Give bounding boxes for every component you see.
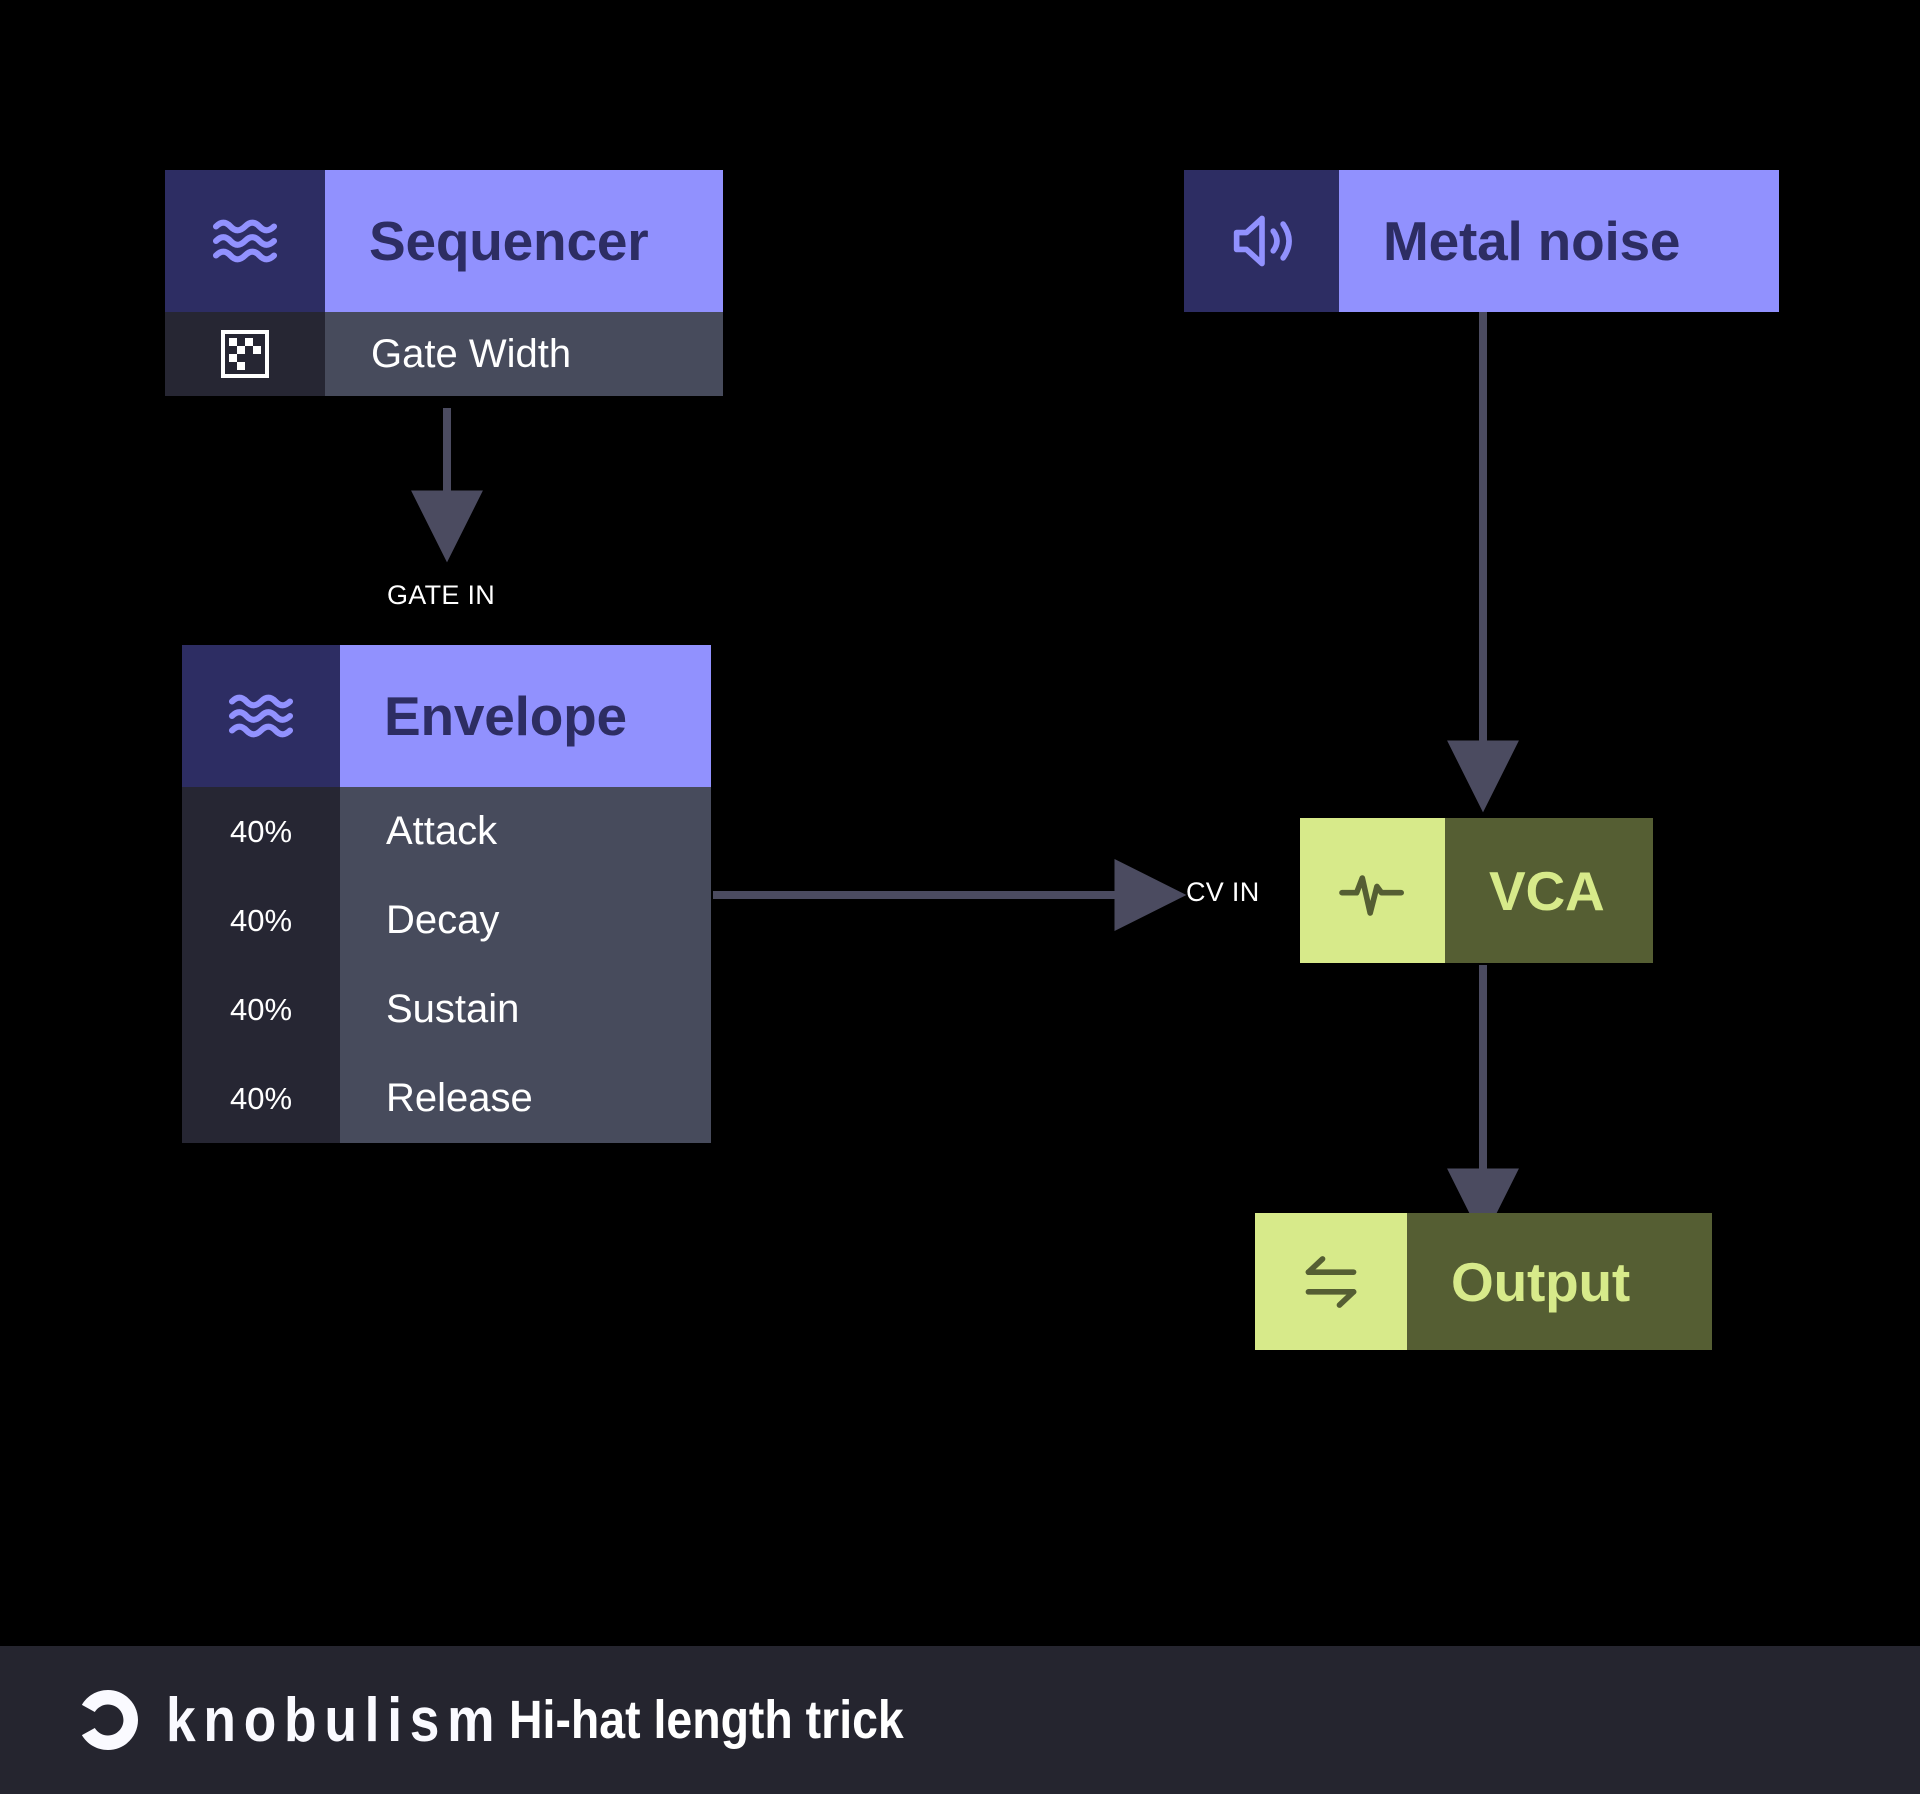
envelope-row-sustain[interactable]: 40% Sustain <box>182 965 711 1054</box>
knobulism-logo-icon <box>72 1684 144 1756</box>
envelope-value-attack: 40% <box>182 787 340 876</box>
module-vca[interactable]: VCA <box>1300 818 1653 963</box>
sequencer-row-gate-width[interactable]: Gate Width <box>165 312 723 396</box>
envelope-value-release: 40% <box>182 1054 340 1143</box>
speaker-wave-icon <box>1184 170 1339 312</box>
sequencer-header: Sequencer <box>165 170 723 312</box>
envelope-row-attack[interactable]: 40% Attack <box>182 787 711 876</box>
diagram-canvas: Sequencer Gate Width GATE IN Envelope 40… <box>0 0 1920 1794</box>
vca-title: VCA <box>1445 818 1653 963</box>
envelope-title: Envelope <box>340 645 711 787</box>
transfer-arrows-icon <box>1255 1213 1407 1350</box>
module-output[interactable]: Output <box>1255 1213 1712 1350</box>
envelope-row-release[interactable]: 40% Release <box>182 1054 711 1143</box>
envelope-label-attack: Attack <box>340 787 711 876</box>
metal-noise-title: Metal noise <box>1339 170 1779 312</box>
waves-icon <box>165 170 325 312</box>
pulse-wave-icon <box>1300 818 1445 963</box>
module-envelope[interactable]: Envelope 40% Attack 40% Decay 40% Sustai… <box>182 645 711 1143</box>
envelope-label-decay: Decay <box>340 876 711 965</box>
envelope-value-sustain: 40% <box>182 965 340 1054</box>
gate-in-label: GATE IN <box>387 580 496 610</box>
matrix-grid-icon <box>165 312 325 396</box>
vca-header: VCA <box>1300 818 1653 963</box>
envelope-value-decay: 40% <box>182 876 340 965</box>
sequencer-row-label: Gate Width <box>325 312 723 396</box>
envelope-label-release: Release <box>340 1054 711 1143</box>
output-title: Output <box>1407 1213 1712 1350</box>
envelope-label-sustain: Sustain <box>340 965 711 1054</box>
waves-icon <box>182 645 340 787</box>
module-sequencer[interactable]: Sequencer Gate Width <box>165 170 723 396</box>
envelope-header: Envelope <box>182 645 711 787</box>
output-header: Output <box>1255 1213 1712 1350</box>
metal-noise-header: Metal noise <box>1184 170 1779 312</box>
footer-title: Hi-hat length trick <box>509 1690 904 1750</box>
cv-in-label: CV IN <box>1186 877 1260 907</box>
envelope-row-decay[interactable]: 40% Decay <box>182 876 711 965</box>
sequencer-title: Sequencer <box>325 170 723 312</box>
module-metal-noise[interactable]: Metal noise <box>1184 170 1779 312</box>
footer-brand-name: knobulism <box>166 1685 503 1755</box>
footer-bar: knobulism Hi-hat length trick <box>0 1646 1920 1794</box>
